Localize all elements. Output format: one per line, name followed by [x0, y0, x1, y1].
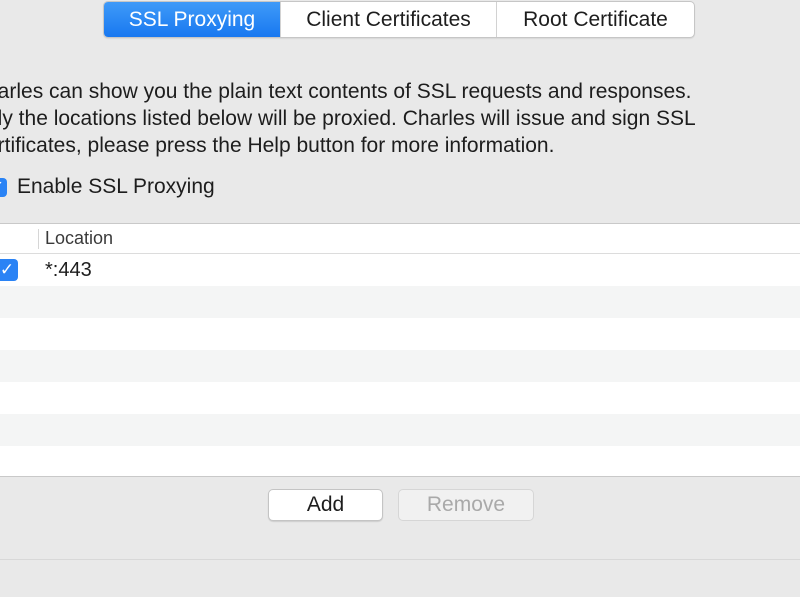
enable-ssl-proxying-option[interactable]: ✓ Enable SSL Proxying: [0, 173, 215, 201]
tab-root-certificate[interactable]: Root Certificate: [496, 2, 694, 37]
enable-ssl-proxying-checkbox[interactable]: ✓: [0, 177, 7, 197]
empty-row: [0, 350, 800, 382]
empty-row: [0, 414, 800, 446]
column-divider[interactable]: [38, 229, 39, 249]
row-enabled-checkbox[interactable]: ✓: [0, 259, 18, 281]
remove-button[interactable]: Remove: [398, 489, 534, 521]
locations-table[interactable]: Location ✓ *:443: [0, 223, 800, 477]
description-line-2: nly the locations listed below will be p…: [0, 107, 696, 130]
enable-ssl-proxying-label[interactable]: Enable SSL Proxying: [17, 175, 215, 199]
checkmark-icon: ✓: [0, 177, 4, 197]
add-button[interactable]: Add: [268, 489, 383, 521]
empty-row: [0, 318, 800, 350]
row-location[interactable]: *:443: [45, 259, 92, 282]
tab-bar: SSL Proxying Client Certificates Root Ce…: [103, 1, 695, 38]
empty-row: [0, 286, 800, 318]
tab-ssl-proxying[interactable]: SSL Proxying: [104, 2, 280, 37]
empty-row: [0, 382, 800, 414]
checkmark-icon: ✓: [0, 260, 15, 279]
description-text: harles can show you the plain text conte…: [0, 78, 696, 159]
empty-row: [0, 446, 800, 476]
column-header-location[interactable]: Location: [45, 228, 113, 249]
table-row[interactable]: ✓ *:443: [0, 254, 800, 286]
description-line-3: ertificates, please press the Help butto…: [0, 134, 555, 157]
table-header: Location: [0, 224, 800, 254]
description-line-1: harles can show you the plain text conte…: [0, 80, 692, 103]
tab-client-certificates[interactable]: Client Certificates: [280, 2, 496, 37]
divider: [0, 559, 800, 560]
